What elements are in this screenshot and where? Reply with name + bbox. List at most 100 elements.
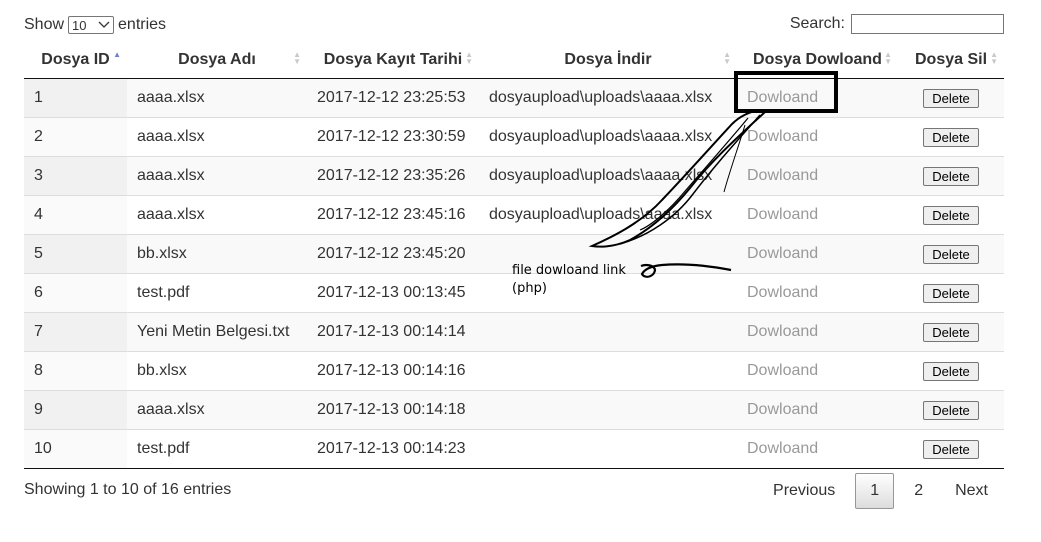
next-button[interactable]: Next (939, 474, 1004, 508)
cell-date: 2017-12-13 00:14:16 (307, 351, 479, 391)
length-prefix: Show (24, 16, 65, 33)
sort-both-icon: ▲ ▼ (465, 50, 473, 66)
cell-path: dosyaupload\uploads\aaaa.xlsx (479, 117, 737, 157)
entries-select[interactable]: 10 (68, 16, 115, 34)
cell-path: dosyaupload\uploads\aaaa.xlsx (479, 195, 737, 235)
cell-id: 9 (24, 390, 127, 430)
cell-date: 2017-12-13 00:14:14 (307, 312, 479, 352)
cell-name: aaaa.xlsx (127, 195, 307, 235)
column-header-path[interactable]: Dosya İndir ▲ ▼ (479, 42, 737, 79)
cell-date: 2017-12-12 23:45:20 (307, 234, 479, 274)
cell-id: 8 (24, 351, 127, 391)
cell-name: aaaa.xlsx (127, 117, 307, 157)
cell-id: 7 (24, 312, 127, 352)
download-link[interactable]: Dowloand (737, 117, 898, 157)
page-button[interactable]: 2 (898, 474, 939, 508)
table-row: 9 aaaa.xlsx 2017-12-13 00:14:18 Dowloand Del… (24, 390, 1004, 430)
delete-button[interactable]: Delete (923, 244, 979, 264)
search-control: Search: (790, 14, 1004, 34)
table-toolbar: Show 10 entries Search: (24, 12, 1004, 42)
download-link[interactable]: Dowloand (737, 429, 898, 469)
download-link[interactable]: Dowloand (737, 273, 898, 313)
download-link[interactable]: Dowloand (737, 195, 898, 235)
cell-path (479, 312, 737, 352)
delete-button[interactable]: Delete (923, 166, 979, 186)
delete-button[interactable]: Delete (923, 322, 979, 342)
table-footer: Showing 1 to 10 of 16 entries Previous 1… (24, 469, 1004, 529)
page: Show 10 entries Search: Dosya ID ▲ Dosya… (0, 0, 1041, 542)
column-header-delete[interactable]: Dosya Sil ▲ ▼ (898, 42, 1004, 79)
cell-name: bb.xlsx (127, 234, 307, 274)
cell-name: Yeni Metin Belgesi.txt (127, 312, 307, 352)
cell-path (479, 351, 737, 391)
length-suffix: entries (118, 16, 167, 33)
column-header-download[interactable]: Dosya Dowloand ▲ ▼ (737, 42, 898, 79)
cell-delete: Delete (898, 273, 1004, 313)
download-link[interactable]: Dowloand (737, 312, 898, 352)
entries-select-value: 10 (72, 17, 87, 33)
sort-both-icon: ▲ ▼ (293, 50, 301, 66)
entries-length-control: Show 10 entries (24, 16, 166, 34)
delete-button[interactable]: Delete (923, 127, 979, 147)
search-input[interactable] (851, 14, 1004, 34)
annotation-label: file dowloand link (php) (512, 263, 626, 296)
cell-date: 2017-12-12 23:30:59 (307, 117, 479, 157)
sort-both-icon: ▲ ▼ (723, 50, 731, 66)
sort-both-icon: ▲ ▼ (884, 50, 892, 66)
cell-date: 2017-12-12 23:25:53 (307, 78, 479, 118)
table-row: 2 aaaa.xlsx 2017-12-12 23:30:59 dosyaupload… (24, 117, 1004, 157)
cell-id: 4 (24, 195, 127, 235)
download-link[interactable]: Dowloand (737, 234, 898, 274)
page-button-current[interactable]: 1 (855, 473, 895, 509)
entries-info: Showing 1 to 10 of 16 entries (24, 481, 232, 498)
column-header-date[interactable]: Dosya Kayıt Tarihi ▲ ▼ (307, 42, 479, 79)
cell-date: 2017-12-13 00:14:18 (307, 390, 479, 430)
delete-button[interactable]: Delete (923, 283, 979, 303)
cell-date: 2017-12-12 23:45:16 (307, 195, 479, 235)
table-header: Dosya ID▲▼ Dosya Adı▲▼ Dosya Kayıt Tarih… (24, 42, 1004, 79)
column-header-id[interactable]: Dosya ID▲▼ (24, 42, 127, 79)
table-row: 1 aaaa.xlsx 2017-12-12 23:25:53 dosyaupload… (24, 78, 1004, 118)
delete-button[interactable]: Delete (923, 88, 979, 108)
table-row: 7 Yeni Metin Belgesi.txt 2017-12-13 00:14:… (24, 312, 1004, 352)
delete-button[interactable]: Delete (923, 205, 979, 225)
cell-delete: Delete (898, 312, 1004, 352)
cell-delete: Delete (898, 390, 1004, 430)
cell-id: 10 (24, 429, 127, 469)
pagination: Previous 1 2 Next (757, 473, 1004, 509)
cell-delete: Delete (898, 78, 1004, 118)
download-link[interactable]: Dowloand (737, 78, 898, 118)
cell-name: aaaa.xlsx (127, 78, 307, 118)
cell-date: 2017-12-12 23:35:26 (307, 156, 479, 196)
column-header-name[interactable]: Dosya Adı ▲ ▼ (127, 42, 307, 79)
delete-button[interactable]: Delete (923, 400, 979, 420)
download-link[interactable]: Dowloand (737, 390, 898, 430)
table-row: 3 aaaa.xlsx 2017-12-12 23:35:26 dosyaupload… (24, 156, 1004, 196)
download-link[interactable]: Dowloand (737, 351, 898, 391)
cell-delete: Delete (898, 234, 1004, 274)
cell-name: test.pdf (127, 429, 307, 469)
cell-name: aaaa.xlsx (127, 156, 307, 196)
chevron-down-icon (98, 21, 110, 28)
cell-id: 2 (24, 117, 127, 157)
table-row: 8 bb.xlsx 2017-12-13 00:14:16 Dowloand Delet… (24, 351, 1004, 391)
cell-delete: Delete (898, 156, 1004, 196)
cell-path: dosyaupload\uploads\aaaa.xlsx (479, 78, 737, 118)
cell-delete: Delete (898, 195, 1004, 235)
cell-path: dosyaupload\uploads\aaaa.xlsx (479, 156, 737, 196)
cell-id: 5 (24, 234, 127, 274)
search-label: Search: (789, 15, 845, 32)
download-link[interactable]: Dowloand (737, 156, 898, 196)
delete-button[interactable]: Delete (923, 439, 979, 459)
previous-button[interactable]: Previous (757, 474, 851, 508)
delete-button[interactable]: Delete (923, 361, 979, 381)
files-table: Dosya ID▲▼ Dosya Adı▲▼ Dosya Kayıt Tarih… (24, 42, 1004, 469)
cell-name: bb.xlsx (127, 351, 307, 391)
cell-path (479, 429, 737, 469)
cell-path (479, 390, 737, 430)
table-row: 10 test.pdf 2017-12-13 00:14:23 Dowloand Del… (24, 429, 1004, 469)
sort-both-icon: ▲ ▼ (990, 50, 998, 66)
table-row: 4 aaaa.xlsx 2017-12-12 23:45:16 dosyaupload… (24, 195, 1004, 235)
cell-id: 3 (24, 156, 127, 196)
cell-delete: Delete (898, 429, 1004, 469)
